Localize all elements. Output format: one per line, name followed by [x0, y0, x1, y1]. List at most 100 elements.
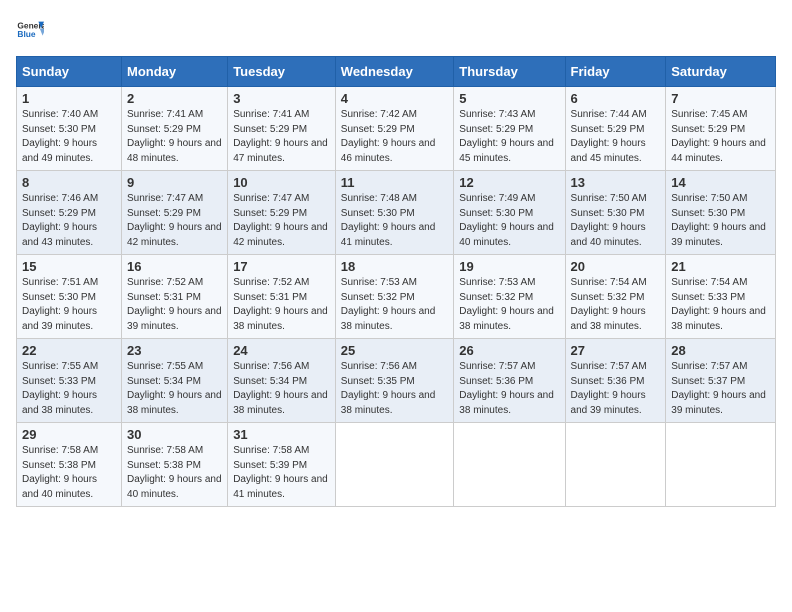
day-number: 12	[459, 175, 559, 190]
day-info: Sunrise: 7:40 AMSunset: 5:30 PMDaylight:…	[22, 109, 98, 164]
calendar-cell: 2 Sunrise: 7:41 AMSunset: 5:29 PMDayligh…	[122, 87, 228, 171]
day-number: 19	[459, 259, 559, 274]
day-number: 7	[671, 91, 770, 106]
calendar-cell: 22 Sunrise: 7:55 AMSunset: 5:33 PMDaylig…	[17, 339, 122, 423]
calendar-cell: 18 Sunrise: 7:53 AMSunset: 5:32 PMDaylig…	[335, 255, 454, 339]
calendar-cell: 27 Sunrise: 7:57 AMSunset: 5:36 PMDaylig…	[565, 339, 666, 423]
day-info: Sunrise: 7:57 AMSunset: 5:36 PMDaylight:…	[571, 361, 647, 416]
day-number: 29	[22, 427, 116, 442]
weekday-header-friday: Friday	[565, 57, 666, 87]
calendar-cell: 24 Sunrise: 7:56 AMSunset: 5:34 PMDaylig…	[228, 339, 336, 423]
day-number: 2	[127, 91, 222, 106]
day-number: 17	[233, 259, 330, 274]
day-number: 27	[571, 343, 661, 358]
weekday-header-saturday: Saturday	[666, 57, 776, 87]
day-number: 28	[671, 343, 770, 358]
calendar-cell: 6 Sunrise: 7:44 AMSunset: 5:29 PMDayligh…	[565, 87, 666, 171]
calendar-cell: 1 Sunrise: 7:40 AMSunset: 5:30 PMDayligh…	[17, 87, 122, 171]
day-number: 18	[341, 259, 449, 274]
day-number: 1	[22, 91, 116, 106]
weekday-header-row: SundayMondayTuesdayWednesdayThursdayFrid…	[17, 57, 776, 87]
day-number: 22	[22, 343, 116, 358]
calendar-week-row: 8 Sunrise: 7:46 AMSunset: 5:29 PMDayligh…	[17, 171, 776, 255]
day-number: 11	[341, 175, 449, 190]
calendar-cell: 10 Sunrise: 7:47 AMSunset: 5:29 PMDaylig…	[228, 171, 336, 255]
calendar-table: SundayMondayTuesdayWednesdayThursdayFrid…	[16, 56, 776, 507]
day-number: 6	[571, 91, 661, 106]
day-info: Sunrise: 7:48 AMSunset: 5:30 PMDaylight:…	[341, 193, 436, 248]
calendar-cell	[335, 423, 454, 507]
day-info: Sunrise: 7:57 AMSunset: 5:36 PMDaylight:…	[459, 361, 554, 416]
calendar-cell	[454, 423, 565, 507]
day-info: Sunrise: 7:57 AMSunset: 5:37 PMDaylight:…	[671, 361, 766, 416]
weekday-header-monday: Monday	[122, 57, 228, 87]
calendar-cell: 17 Sunrise: 7:52 AMSunset: 5:31 PMDaylig…	[228, 255, 336, 339]
day-number: 25	[341, 343, 449, 358]
day-number: 10	[233, 175, 330, 190]
day-info: Sunrise: 7:52 AMSunset: 5:31 PMDaylight:…	[127, 277, 222, 332]
calendar-cell: 7 Sunrise: 7:45 AMSunset: 5:29 PMDayligh…	[666, 87, 776, 171]
day-info: Sunrise: 7:43 AMSunset: 5:29 PMDaylight:…	[459, 109, 554, 164]
weekday-header-thursday: Thursday	[454, 57, 565, 87]
calendar-cell: 11 Sunrise: 7:48 AMSunset: 5:30 PMDaylig…	[335, 171, 454, 255]
header: General Blue	[16, 16, 776, 44]
day-info: Sunrise: 7:51 AMSunset: 5:30 PMDaylight:…	[22, 277, 98, 332]
svg-text:Blue: Blue	[17, 29, 35, 39]
calendar-week-row: 22 Sunrise: 7:55 AMSunset: 5:33 PMDaylig…	[17, 339, 776, 423]
day-number: 21	[671, 259, 770, 274]
day-info: Sunrise: 7:56 AMSunset: 5:34 PMDaylight:…	[233, 361, 328, 416]
weekday-header-sunday: Sunday	[17, 57, 122, 87]
day-info: Sunrise: 7:55 AMSunset: 5:34 PMDaylight:…	[127, 361, 222, 416]
day-info: Sunrise: 7:41 AMSunset: 5:29 PMDaylight:…	[233, 109, 328, 164]
calendar-week-row: 29 Sunrise: 7:58 AMSunset: 5:38 PMDaylig…	[17, 423, 776, 507]
calendar-cell: 20 Sunrise: 7:54 AMSunset: 5:32 PMDaylig…	[565, 255, 666, 339]
calendar-cell: 14 Sunrise: 7:50 AMSunset: 5:30 PMDaylig…	[666, 171, 776, 255]
day-info: Sunrise: 7:58 AMSunset: 5:39 PMDaylight:…	[233, 445, 328, 500]
calendar-week-row: 15 Sunrise: 7:51 AMSunset: 5:30 PMDaylig…	[17, 255, 776, 339]
calendar-cell: 12 Sunrise: 7:49 AMSunset: 5:30 PMDaylig…	[454, 171, 565, 255]
day-number: 5	[459, 91, 559, 106]
logo-icon: General Blue	[16, 16, 44, 44]
day-info: Sunrise: 7:54 AMSunset: 5:32 PMDaylight:…	[571, 277, 647, 332]
logo: General Blue	[16, 16, 44, 44]
day-info: Sunrise: 7:50 AMSunset: 5:30 PMDaylight:…	[671, 193, 766, 248]
day-number: 26	[459, 343, 559, 358]
day-number: 23	[127, 343, 222, 358]
day-info: Sunrise: 7:44 AMSunset: 5:29 PMDaylight:…	[571, 109, 647, 164]
calendar-cell	[666, 423, 776, 507]
day-number: 9	[127, 175, 222, 190]
day-info: Sunrise: 7:52 AMSunset: 5:31 PMDaylight:…	[233, 277, 328, 332]
calendar-cell: 28 Sunrise: 7:57 AMSunset: 5:37 PMDaylig…	[666, 339, 776, 423]
day-info: Sunrise: 7:46 AMSunset: 5:29 PMDaylight:…	[22, 193, 98, 248]
day-info: Sunrise: 7:47 AMSunset: 5:29 PMDaylight:…	[127, 193, 222, 248]
weekday-header-wednesday: Wednesday	[335, 57, 454, 87]
day-info: Sunrise: 7:56 AMSunset: 5:35 PMDaylight:…	[341, 361, 436, 416]
day-number: 3	[233, 91, 330, 106]
calendar-cell: 30 Sunrise: 7:58 AMSunset: 5:38 PMDaylig…	[122, 423, 228, 507]
weekday-header-tuesday: Tuesday	[228, 57, 336, 87]
calendar-cell: 31 Sunrise: 7:58 AMSunset: 5:39 PMDaylig…	[228, 423, 336, 507]
calendar-cell: 15 Sunrise: 7:51 AMSunset: 5:30 PMDaylig…	[17, 255, 122, 339]
calendar-cell: 4 Sunrise: 7:42 AMSunset: 5:29 PMDayligh…	[335, 87, 454, 171]
day-number: 4	[341, 91, 449, 106]
day-info: Sunrise: 7:47 AMSunset: 5:29 PMDaylight:…	[233, 193, 328, 248]
calendar-cell: 5 Sunrise: 7:43 AMSunset: 5:29 PMDayligh…	[454, 87, 565, 171]
day-info: Sunrise: 7:41 AMSunset: 5:29 PMDaylight:…	[127, 109, 222, 164]
day-number: 20	[571, 259, 661, 274]
calendar-cell: 29 Sunrise: 7:58 AMSunset: 5:38 PMDaylig…	[17, 423, 122, 507]
calendar-cell: 21 Sunrise: 7:54 AMSunset: 5:33 PMDaylig…	[666, 255, 776, 339]
calendar-cell: 23 Sunrise: 7:55 AMSunset: 5:34 PMDaylig…	[122, 339, 228, 423]
calendar-cell	[565, 423, 666, 507]
day-info: Sunrise: 7:54 AMSunset: 5:33 PMDaylight:…	[671, 277, 766, 332]
calendar-cell: 19 Sunrise: 7:53 AMSunset: 5:32 PMDaylig…	[454, 255, 565, 339]
day-info: Sunrise: 7:45 AMSunset: 5:29 PMDaylight:…	[671, 109, 766, 164]
day-info: Sunrise: 7:49 AMSunset: 5:30 PMDaylight:…	[459, 193, 554, 248]
calendar-cell: 3 Sunrise: 7:41 AMSunset: 5:29 PMDayligh…	[228, 87, 336, 171]
day-number: 13	[571, 175, 661, 190]
calendar-cell: 9 Sunrise: 7:47 AMSunset: 5:29 PMDayligh…	[122, 171, 228, 255]
calendar-cell: 8 Sunrise: 7:46 AMSunset: 5:29 PMDayligh…	[17, 171, 122, 255]
calendar-cell: 16 Sunrise: 7:52 AMSunset: 5:31 PMDaylig…	[122, 255, 228, 339]
calendar-cell: 26 Sunrise: 7:57 AMSunset: 5:36 PMDaylig…	[454, 339, 565, 423]
day-number: 30	[127, 427, 222, 442]
day-info: Sunrise: 7:58 AMSunset: 5:38 PMDaylight:…	[22, 445, 98, 500]
